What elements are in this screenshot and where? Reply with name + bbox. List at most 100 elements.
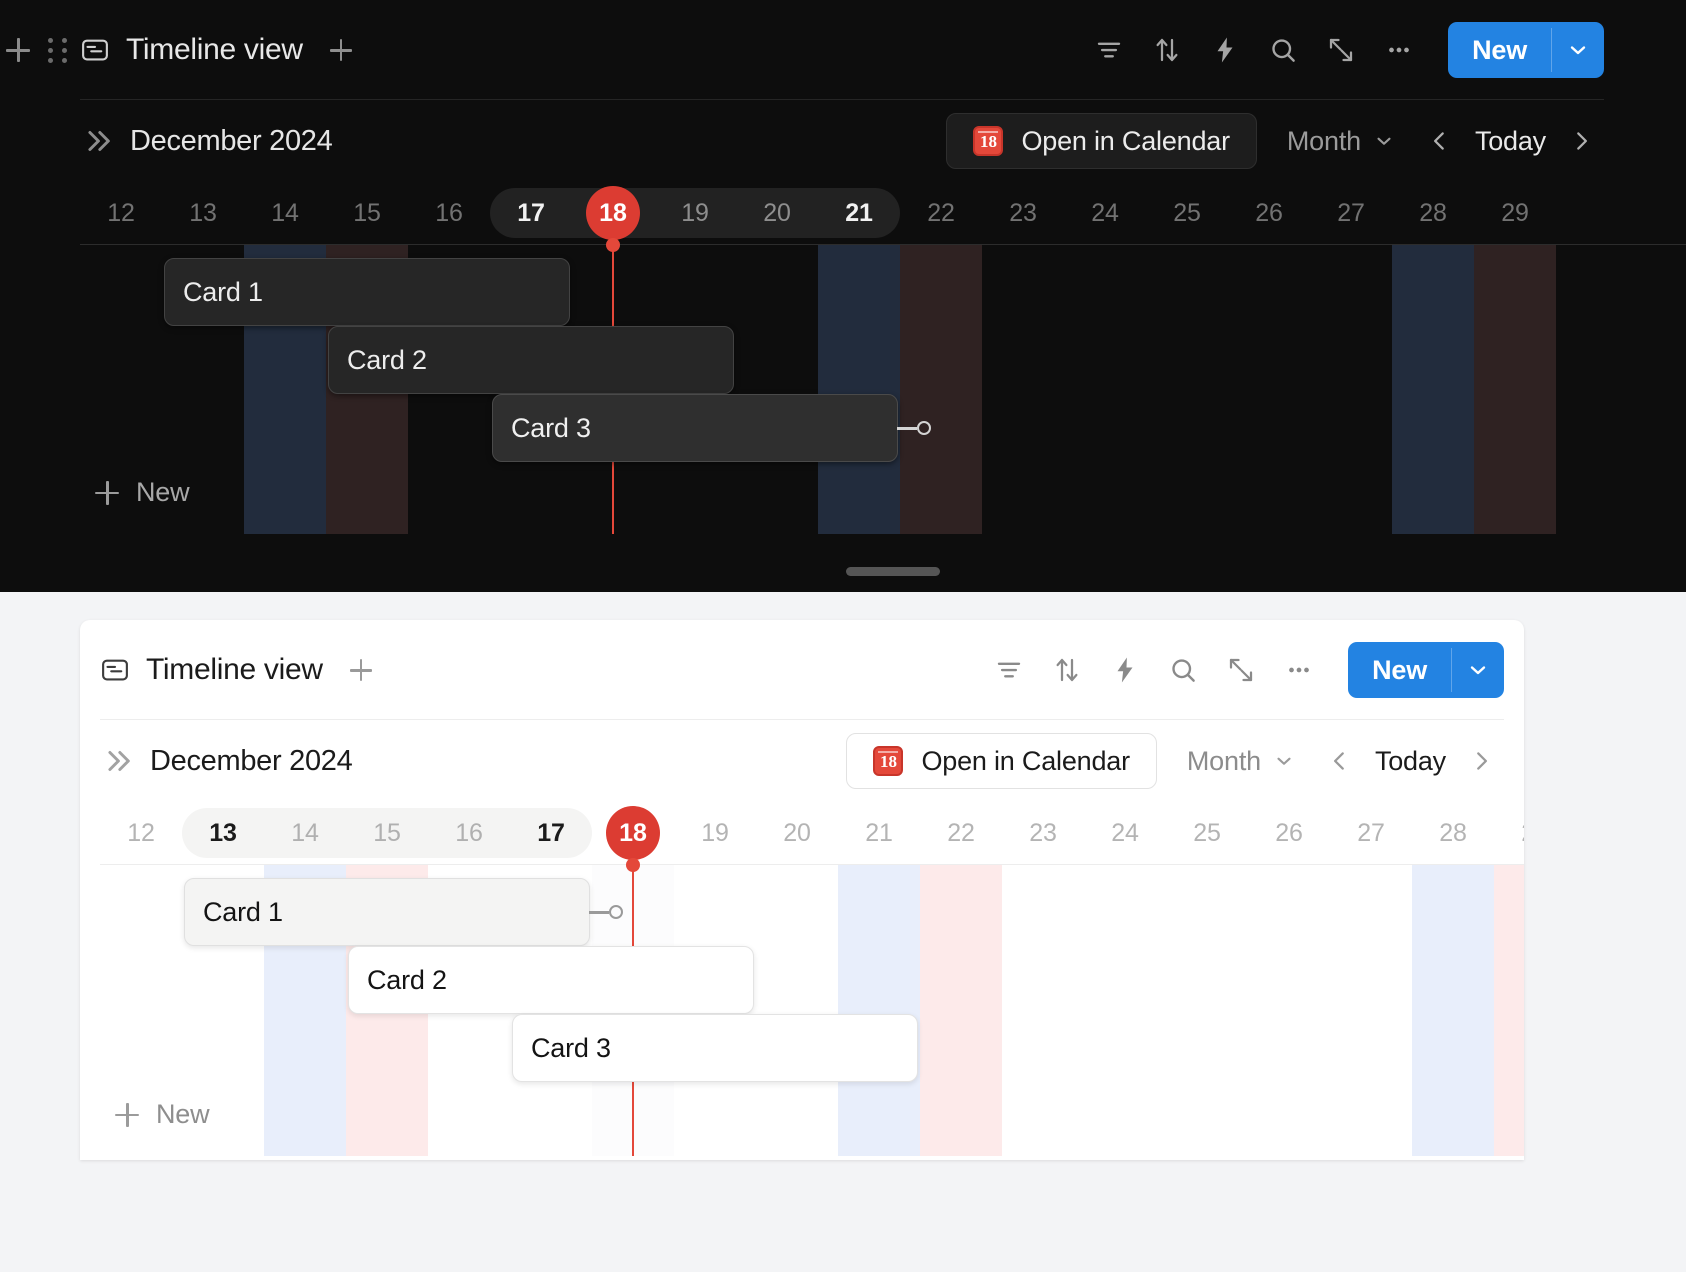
dependency-handle[interactable] [897, 421, 931, 435]
day-header-cell[interactable]: 28 [1412, 819, 1494, 848]
view-tab-timeline[interactable]: Timeline view [80, 33, 303, 67]
day-header-cell[interactable]: 25 [1146, 199, 1228, 228]
day-header-cell[interactable]: 13 [182, 819, 264, 848]
day-header-cell[interactable]: 29 [1494, 819, 1524, 848]
filter-icon[interactable] [980, 644, 1038, 696]
today-button[interactable]: Today [1463, 126, 1558, 157]
dependency-knob[interactable] [917, 421, 931, 435]
day-header-cell[interactable]: 21 [838, 819, 920, 848]
view-tab-timeline[interactable]: Timeline view [100, 653, 323, 687]
today-button[interactable]: Today [1363, 746, 1458, 777]
dependency-handle[interactable] [589, 905, 623, 919]
timeline-theme-comparison: Timeline view New December 2024 18 Open … [0, 0, 1686, 1272]
timeline-card[interactable]: Card 3 [512, 1014, 918, 1082]
timeline-card[interactable]: Card 1 [164, 258, 570, 326]
horizontal-scrollbar[interactable] [846, 567, 940, 576]
day-header-cell[interactable]: 20 [756, 819, 838, 848]
date-navigation-dark: December 2024 18 Open in Calendar Month [0, 100, 1686, 182]
search-icon[interactable] [1154, 644, 1212, 696]
date-controls-dark: 18 Open in Calendar Month Today [946, 100, 1604, 182]
view-toolbar-dark: Timeline view New [0, 0, 1686, 100]
day-header-cell[interactable]: 17 [510, 819, 592, 848]
day-header-cell[interactable]: 16 [408, 199, 490, 228]
time-scale-select[interactable]: Month [1187, 746, 1295, 777]
timeline-view-icon [100, 655, 130, 685]
add-new-card-label: New [136, 477, 190, 507]
today-day-badge[interactable]: 18 [606, 806, 660, 860]
day-header-cell[interactable]: 22 [900, 199, 982, 228]
timeline-card[interactable]: Card 2 [328, 326, 734, 394]
previous-period-button[interactable] [1317, 738, 1363, 784]
day-header-dark: 12131415161718192021222324252627282918 [80, 182, 1686, 244]
saturday-column-background [1412, 865, 1494, 1156]
day-header-cell[interactable]: 16 [428, 819, 510, 848]
day-header-cell[interactable]: 23 [982, 199, 1064, 228]
day-header-cell[interactable]: 26 [1248, 819, 1330, 848]
day-header-cell[interactable]: 27 [1330, 819, 1412, 848]
open-in-calendar-label: Open in Calendar [1021, 125, 1230, 156]
automation-icon[interactable] [1096, 644, 1154, 696]
day-header-cell[interactable]: 15 [346, 819, 428, 848]
saturday-column-background [1392, 245, 1474, 534]
open-in-calendar-button[interactable]: 18 Open in Calendar [846, 733, 1157, 789]
sort-icon[interactable] [1038, 644, 1096, 696]
month-label: December 2024 [130, 124, 333, 157]
day-header-cell[interactable]: 13 [162, 199, 244, 228]
more-options-icon[interactable] [1370, 24, 1428, 76]
add-new-card-row[interactable]: New [94, 477, 190, 508]
day-header-cell[interactable]: 24 [1084, 819, 1166, 848]
day-header-cell[interactable]: 19 [674, 819, 756, 848]
day-header-cell[interactable]: 29 [1474, 199, 1556, 228]
calendar-icon: 18 [873, 746, 904, 776]
today-day-badge[interactable]: 18 [586, 186, 640, 240]
plus-icon[interactable] [4, 36, 32, 64]
day-header-cell[interactable]: 15 [326, 199, 408, 228]
day-header-cell[interactable]: 27 [1310, 199, 1392, 228]
open-in-calendar-button[interactable]: 18 Open in Calendar [946, 113, 1257, 169]
timeline-card[interactable]: Card 2 [348, 946, 754, 1014]
expand-icon[interactable] [1212, 644, 1270, 696]
add-view-button[interactable] [327, 36, 355, 64]
day-header-cell[interactable]: 22 [920, 819, 1002, 848]
day-header-cell[interactable]: 19 [654, 199, 736, 228]
timeline-card[interactable]: Card 3 [492, 394, 931, 462]
next-period-button[interactable] [1558, 118, 1604, 164]
expand-icon[interactable] [1312, 24, 1370, 76]
plus-icon [94, 480, 120, 506]
timeline-board-dark: Card 1 Card 2 Card 3 New [80, 238, 1686, 576]
sort-icon[interactable] [1138, 24, 1196, 76]
day-header-cell[interactable]: 12 [80, 199, 162, 228]
new-dropdown-button[interactable] [1452, 642, 1504, 698]
chevrons-right-icon[interactable] [80, 124, 114, 158]
day-header-cell[interactable]: 14 [264, 819, 346, 848]
drag-handle-icon[interactable] [48, 37, 68, 63]
day-header-cell[interactable]: 28 [1392, 199, 1474, 228]
day-header-cell[interactable]: 23 [1002, 819, 1084, 848]
day-header-cell[interactable]: 24 [1064, 199, 1146, 228]
add-new-card-row[interactable]: New [114, 1099, 210, 1130]
day-header-cell[interactable]: 17 [490, 199, 572, 228]
timeline-card-label: Card 2 [347, 344, 427, 375]
day-header-cell[interactable]: 14 [244, 199, 326, 228]
more-options-icon[interactable] [1270, 644, 1328, 696]
dependency-knob[interactable] [609, 905, 623, 919]
day-header-cell[interactable]: 21 [818, 199, 900, 228]
sunday-column-background [920, 865, 1002, 1156]
search-icon[interactable] [1254, 24, 1312, 76]
new-dropdown-button[interactable] [1552, 22, 1604, 78]
previous-period-button[interactable] [1417, 118, 1463, 164]
day-header-cell[interactable]: 12 [100, 819, 182, 848]
filter-icon[interactable] [1080, 24, 1138, 76]
automation-icon[interactable] [1196, 24, 1254, 76]
day-header-cell[interactable]: 25 [1166, 819, 1248, 848]
time-scale-select[interactable]: Month [1287, 126, 1395, 157]
view-toolbar-light: Timeline view New [80, 620, 1524, 720]
day-header-cell[interactable]: 20 [736, 199, 818, 228]
chevrons-right-icon[interactable] [100, 744, 134, 778]
day-header-cell[interactable]: 26 [1228, 199, 1310, 228]
new-button[interactable]: New [1448, 22, 1551, 78]
add-view-button[interactable] [347, 656, 375, 684]
timeline-card[interactable]: Card 1 [184, 878, 623, 946]
next-period-button[interactable] [1458, 738, 1504, 784]
new-button[interactable]: New [1348, 642, 1451, 698]
